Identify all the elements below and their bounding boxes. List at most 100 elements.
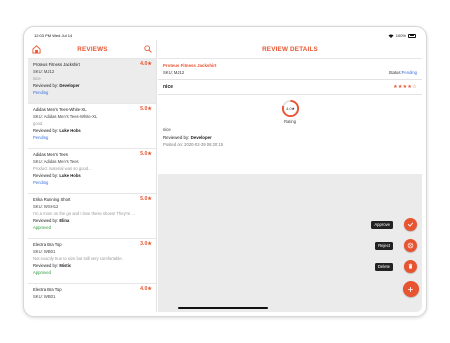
divider	[158, 94, 422, 95]
rating-indicator: 4.0★ Rating	[163, 99, 417, 124]
review-item-reviewer-prefix: Reviewed by:	[33, 263, 60, 268]
review-item-product: Adidas Men's Tees-White-XL	[33, 106, 87, 112]
review-item-sku: SKU: WB01	[33, 294, 56, 299]
review-item-reviewer: Reviewed by: Luke Hobs	[33, 173, 152, 178]
detail-posted-on: Posted on: 2020-02-29 06:20:15	[163, 142, 224, 147]
detail-sku: SKU: MJ12	[163, 70, 185, 75]
home-icon[interactable]	[32, 44, 41, 54]
review-item-title: good	[33, 121, 43, 126]
review-item-reviewer-prefix: Reviewed by:	[33, 173, 60, 178]
delete-button[interactable]	[404, 260, 417, 273]
approve-label[interactable]: Approve	[371, 220, 393, 229]
review-item-rating: 4.0★	[140, 61, 152, 67]
detail-reviewed-by-name: Developer	[190, 135, 212, 140]
review-item-header: Proteus Fitness Jackshirt 4.0★	[33, 61, 152, 67]
detail-reviewed-by: Reviewed by: Developer	[163, 135, 417, 140]
review-item-reviewer: Reviewed by: Developer	[33, 83, 152, 88]
add-fab-button[interactable]	[402, 281, 419, 297]
review-item-reviewer: Reviewed by: Mistic	[33, 263, 152, 268]
approve-button[interactable]	[404, 218, 417, 231]
add-action	[402, 281, 419, 297]
detail-title-row: nice ★★★★☆	[163, 84, 417, 90]
review-item-reviewer-name: Elina	[59, 218, 70, 223]
review-item-header: Adidas Men's Tees 5.0★	[33, 151, 152, 157]
home-indicator[interactable]	[178, 307, 268, 309]
review-item-status: Approved	[33, 270, 51, 275]
battery-percent: 100%	[395, 33, 406, 38]
review-item-reviewer-name: Mistic	[59, 263, 72, 268]
review-item-product: Erika Running Short	[33, 196, 71, 202]
review-item-rating: 5.0★	[140, 151, 152, 157]
battery-icon	[408, 33, 416, 38]
review-item-sku: SKU: MJ12	[33, 69, 55, 74]
trash-icon	[408, 263, 413, 269]
screen: 12:03 PM Wed Jul 14 100% REVIEWS Proteus	[28, 31, 422, 312]
review-item-sku: SKU: WB01	[33, 249, 56, 254]
review-list-item[interactable]: Electra Bra Top 4.0★ SKU: WB01	[28, 284, 156, 312]
wifi-icon	[388, 33, 394, 38]
review-item-header: Erika Running Short 5.0★	[33, 196, 152, 202]
review-item-rating: 5.0★	[140, 196, 152, 202]
review-item-sku: SKU: Adidas Men's Tees	[33, 159, 79, 164]
reject-label[interactable]: Reject	[375, 241, 393, 250]
divider	[158, 79, 422, 80]
close-icon	[407, 242, 414, 249]
detail-review-text: nice	[163, 127, 171, 132]
review-list-item[interactable]: Electra Bra Top 3.0★ SKU: WB01 Not exactly …	[28, 239, 156, 284]
review-item-product: Electra Bra Top	[33, 286, 62, 292]
review-item-product: Electra Bra Top	[33, 241, 62, 247]
review-item-title: I'm a mom on the go and I love these sho…	[33, 211, 135, 216]
review-item-rating: 4.0★	[140, 286, 152, 292]
review-list-item[interactable]: Adidas Men's Tees-White-XL 5.0★ SKU: Adida…	[28, 104, 156, 149]
review-list-item[interactable]: Adidas Men's Tees 5.0★ SKU: Adidas Men's T…	[28, 149, 156, 194]
review-item-status: Pending	[33, 90, 49, 95]
review-item-reviewer-prefix: Reviewed by:	[33, 83, 60, 88]
review-item-reviewer: Reviewed by: Luke Hobs	[33, 128, 152, 133]
review-list-item[interactable]: Erika Running Short 5.0★ SKU: WSH12 I'm a m…	[28, 194, 156, 239]
review-details-pane: REVIEW DETAILS Proteus Fitness Jackshirt…	[158, 40, 422, 312]
review-item-reviewer-prefix: Reviewed by:	[33, 128, 60, 133]
review-item-status: Pending	[33, 180, 49, 185]
review-list-item[interactable]: Proteus Fitness Jackshirt 4.0★ SKU: MJ12 ni…	[28, 59, 156, 104]
review-item-header: Electra Bra Top 4.0★	[33, 286, 152, 292]
status-bar: 12:03 PM Wed Jul 14 100%	[28, 31, 422, 40]
detail-product-name: Proteus Fitness Jackshirt	[163, 63, 217, 68]
reviews-header: REVIEWS	[28, 40, 156, 59]
review-item-reviewer: Reviewed by: Elina	[33, 218, 152, 223]
approve-action: Approve	[371, 218, 417, 231]
review-item-reviewer-name: Luke Hobs	[59, 173, 81, 178]
review-item-reviewer-prefix: Reviewed by:	[33, 218, 60, 223]
delete-label[interactable]: Delete	[374, 262, 393, 271]
review-item-title: Product material was so good...	[33, 166, 92, 171]
review-item-rating: 3.0★	[140, 241, 152, 247]
review-item-title: nice	[33, 76, 41, 81]
review-item-reviewer-name: Developer	[59, 83, 80, 88]
search-icon[interactable]	[144, 45, 152, 53]
detail-status-label: Status:	[388, 70, 402, 75]
review-list: Proteus Fitness Jackshirt 4.0★ SKU: MJ12 ni…	[28, 59, 156, 312]
detail-status-value: Pending	[401, 70, 417, 75]
check-icon	[407, 222, 414, 227]
tablet-frame: 12:03 PM Wed Jul 14 100% REVIEWS Proteus	[23, 26, 427, 317]
reject-action: Reject	[375, 239, 417, 252]
review-item-header: Adidas Men's Tees-White-XL 5.0★	[33, 106, 152, 112]
reject-button[interactable]	[404, 239, 417, 252]
rating-ring-value: 4.0★	[286, 107, 295, 111]
detail-reviewed-by-prefix: Reviewed by:	[163, 135, 191, 140]
detail-sku-row: SKU: MJ12 Status: Pending	[163, 70, 417, 75]
review-item-rating: 5.0★	[140, 106, 152, 112]
rating-label: Rating	[283, 119, 297, 124]
delete-action: Delete	[374, 260, 417, 273]
detail-stars: ★★★★☆	[393, 84, 417, 90]
review-detail-card: Proteus Fitness Jackshirt SKU: MJ12 Stat…	[158, 59, 422, 151]
rating-ring: 4.0★	[281, 99, 299, 118]
review-item-reviewer-name: Luke Hobs	[59, 128, 81, 133]
review-item-header: Electra Bra Top 3.0★	[33, 241, 152, 247]
review-item-status: Pending	[33, 135, 49, 140]
status-time-date: 12:03 PM Wed Jul 14	[34, 33, 73, 38]
review-item-title: Not exactly true to size but still very …	[33, 256, 123, 261]
reviews-title: REVIEWS	[77, 45, 108, 53]
review-item-status: Approved	[33, 225, 51, 230]
review-details-title: REVIEW DETAILS	[158, 40, 422, 59]
status-right: 100%	[388, 33, 416, 38]
